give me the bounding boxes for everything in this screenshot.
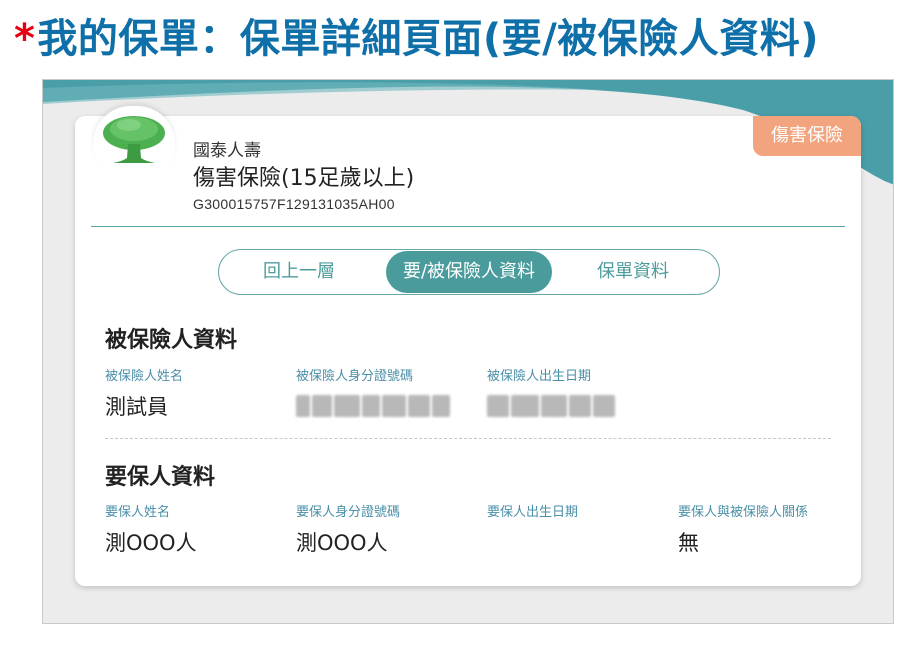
applicant-birth-label: 要保人出生日期 — [487, 505, 579, 520]
insured-id-redacted — [296, 395, 450, 417]
applicant-relation-label: 要保人與被保險人關係 — [678, 505, 809, 520]
applicant-id-label: 要保人身分證號碼 — [296, 505, 401, 520]
insured-birth-label: 被保險人出生日期 — [487, 369, 592, 384]
header-divider — [91, 226, 845, 227]
slide-title-text: 我的保單：保單詳細頁面(要/被保險人資料) — [37, 16, 820, 62]
section-divider — [105, 438, 831, 439]
policy-detail-card: 國泰人壽 傷害保險(15足歲以上) G300015757F129131035AH… — [75, 106, 861, 586]
policy-number: G300015757F129131035AH00 — [193, 196, 395, 212]
tab-insured-info[interactable]: 要/被保險人資料 — [386, 251, 552, 293]
insured-name-label: 被保險人姓名 — [105, 369, 184, 384]
section-tabs: 回上一層 要/被保險人資料 保單資料 — [218, 249, 720, 295]
app-screenshot-frame: 國泰人壽 傷害保險(15足歲以上) G300015757F129131035AH… — [42, 79, 894, 624]
applicant-name-value: 測OOO人 — [105, 531, 197, 555]
slide-title: * 我的保單：保單詳細頁面(要/被保險人資料) — [14, 10, 819, 68]
company-name: 國泰人壽 — [193, 141, 261, 161]
tab-policy-info[interactable]: 保單資料 — [577, 251, 689, 293]
back-button[interactable]: 回上一層 — [249, 251, 349, 293]
applicant-id-value: 測OOO人 — [296, 531, 388, 555]
title-asterisk: * — [14, 16, 36, 62]
tree-logo-icon — [103, 116, 165, 163]
policy-type-badge: 傷害保險 — [753, 116, 861, 156]
insured-birth-redacted — [487, 395, 615, 417]
logo-bubble — [93, 106, 175, 178]
applicant-section-title: 要保人資料 — [105, 465, 216, 490]
insured-section-title: 被保險人資料 — [105, 328, 238, 353]
insured-id-label: 被保險人身分證號碼 — [296, 369, 414, 384]
insured-name-value: 測試員 — [105, 395, 168, 419]
product-name: 傷害保險(15足歲以上) — [193, 166, 415, 191]
applicant-relation-value: 無 — [678, 531, 699, 555]
applicant-name-label: 要保人姓名 — [105, 505, 171, 520]
